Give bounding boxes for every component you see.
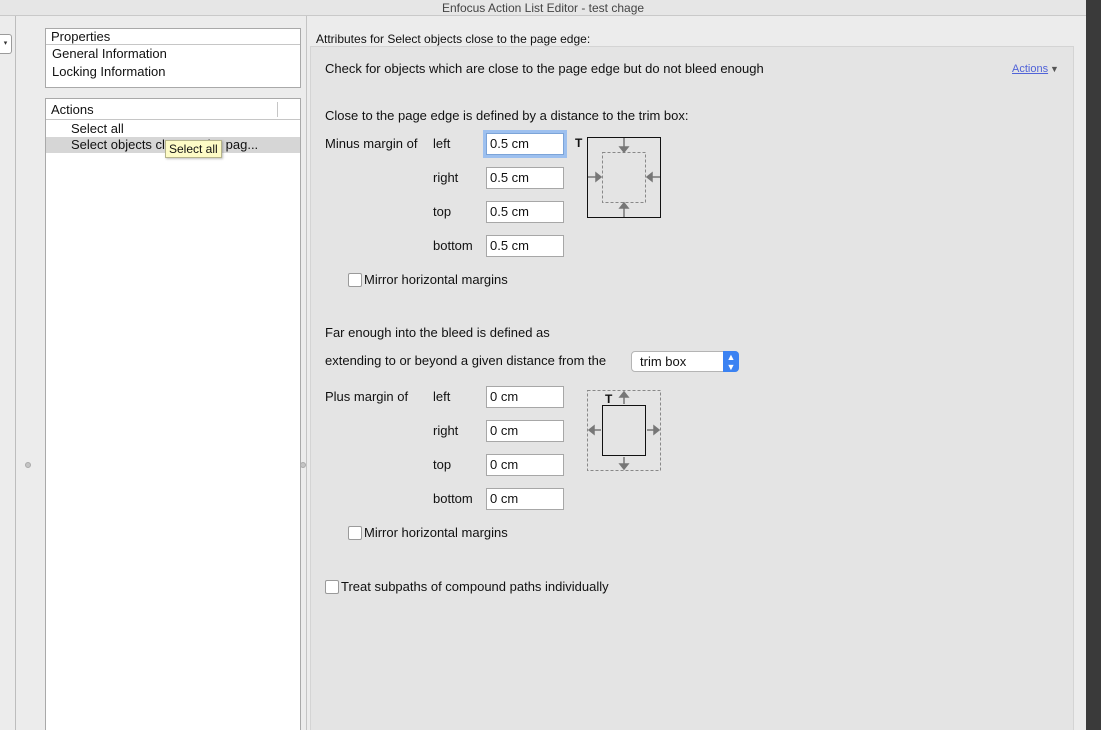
up-down-chevron-icon[interactable]: ▲ ▼	[723, 351, 739, 372]
plus-mirror-checkbox[interactable]	[348, 526, 362, 540]
plus-top-input[interactable]: 0 cm	[486, 454, 564, 476]
window-edge	[1086, 0, 1101, 730]
left-popup-button[interactable]: ▾	[0, 34, 12, 54]
actions-header-label: Actions	[51, 102, 94, 117]
minus-margin-label: Minus margin of	[325, 136, 418, 151]
properties-item-general[interactable]: General Information	[46, 45, 300, 63]
subpaths-checkbox[interactable]	[325, 580, 339, 594]
left-splitter-handle[interactable]	[25, 462, 31, 468]
action-description: Check for objects which are close to the…	[325, 61, 764, 76]
plus-left-input[interactable]: 0 cm	[486, 386, 564, 408]
main-splitter[interactable]	[306, 16, 307, 730]
plus-top-label: top	[433, 457, 452, 472]
minus-mirror-label[interactable]: Mirror horizontal margins	[364, 272, 508, 288]
minus-right-label: right	[433, 170, 459, 185]
plus-right-label: right	[433, 423, 459, 438]
close-section-intro: Close to the page edge is defined by a d…	[325, 108, 689, 123]
attributes-panel	[310, 46, 1074, 730]
plus-left-label: left	[433, 389, 451, 404]
minus-bottom-label: bottom	[433, 238, 473, 253]
box-type-select-value: trim box	[640, 354, 687, 369]
minus-margin-diagram-icon	[587, 137, 661, 218]
subpaths-label[interactable]: Treat subpaths of compound paths individ…	[341, 579, 609, 595]
action-item-select-all[interactable]: Select all	[46, 121, 300, 137]
plus-bottom-label: bottom	[433, 491, 473, 506]
window-title: Enfocus Action List Editor - test chage	[0, 0, 1086, 16]
plus-right-input[interactable]: 0 cm	[486, 420, 564, 442]
minus-bottom-input[interactable]: 0.5 cm	[486, 235, 564, 257]
properties-panel: Properties General Information Locking I…	[45, 28, 301, 88]
attributes-title: Attributes for Select objects close to t…	[316, 32, 591, 46]
bleed-extend-label: extending to or beyond a given distance …	[325, 353, 607, 368]
plus-margin-diagram-icon	[587, 390, 661, 471]
minus-diagram-t-label: T	[575, 136, 583, 150]
actions-header[interactable]: Actions	[46, 99, 300, 120]
properties-item-locking[interactable]: Locking Information	[46, 63, 300, 81]
minus-mirror-checkbox[interactable]	[348, 273, 362, 287]
plus-margin-label: Plus margin of	[325, 389, 409, 404]
actions-menu-link[interactable]: Actions	[1012, 62, 1048, 76]
main-splitter-handle[interactable]	[300, 462, 306, 468]
column-separator[interactable]	[277, 102, 278, 117]
actions-panel: Actions Select all Select objects close …	[45, 98, 301, 730]
box-type-select[interactable]: trim box ▲ ▼	[631, 351, 739, 372]
properties-header: Properties	[46, 29, 300, 45]
minus-top-label: top	[433, 204, 452, 219]
actions-menu-caret-icon[interactable]: ▼	[1050, 63, 1059, 75]
minus-right-input[interactable]: 0.5 cm	[486, 167, 564, 189]
tooltip: Select all	[165, 140, 222, 158]
minus-left-input[interactable]: 0.5 cm	[486, 133, 564, 155]
minus-left-label: left	[433, 136, 451, 151]
plus-mirror-label[interactable]: Mirror horizontal margins	[364, 525, 508, 541]
bleed-section-intro: Far enough into the bleed is defined as	[325, 325, 550, 340]
plus-bottom-input[interactable]: 0 cm	[486, 488, 564, 510]
left-collapsed-pane	[0, 16, 16, 730]
minus-top-input[interactable]: 0.5 cm	[486, 201, 564, 223]
